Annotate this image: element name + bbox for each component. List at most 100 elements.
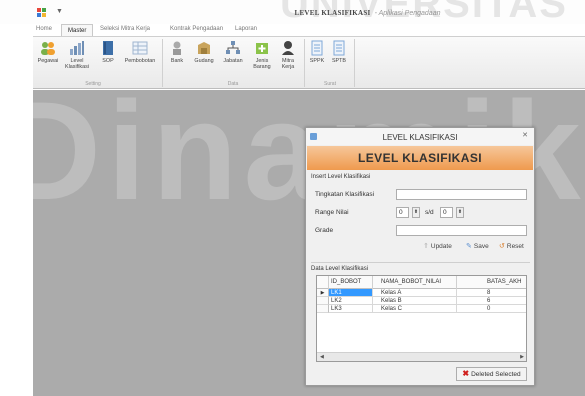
row-selector-icon[interactable]: ▶ <box>317 289 329 297</box>
insert-panel: Insert Level Klasifikasi Tingkatan Klasi… <box>311 174 530 259</box>
group-label-data: Data <box>227 81 239 87</box>
cell-batas[interactable]: 8 <box>457 289 526 297</box>
level-klasifikasi-button[interactable]: Level Klasifikasi <box>62 40 92 70</box>
gudang-button[interactable]: Gudang <box>189 40 219 64</box>
users-icon <box>40 40 56 56</box>
sop-label: SOP <box>102 58 114 64</box>
window-subtitle: - Aplikasi Pengadaan <box>374 10 441 17</box>
window-title: LEVEL KLASIFIKASI - Aplikasi Pengadaan <box>0 9 585 17</box>
tab-kontrak-pengadaan[interactable]: Kontrak Pengadaan <box>170 26 223 32</box>
insert-section-title: Insert Level Klasifikasi <box>311 174 371 180</box>
chart-icon <box>69 40 85 56</box>
box-add-icon <box>254 40 270 56</box>
group-separator <box>162 39 163 87</box>
bank-button[interactable]: Bank <box>164 40 190 64</box>
save-icon: ✎ <box>466 243 472 250</box>
pegawai-label: Pegawai <box>37 58 59 64</box>
tingkatan-label: Tingkatan Klasifikasi <box>315 191 375 198</box>
grid-header: ID_BOBOT NAMA_BOBOT_NILAI BATAS_AKH <box>317 276 526 289</box>
reset-button[interactable]: ↺ Reset <box>499 241 524 253</box>
dialog-banner: LEVEL KLASIFIKASI <box>307 146 533 170</box>
jenis-barang-button[interactable]: Jenis Barang <box>248 40 276 70</box>
cell-nama[interactable]: Kelas A <box>373 289 457 297</box>
update-icon: ⇑ <box>423 243 429 250</box>
range-from-input[interactable]: 0 <box>396 207 409 218</box>
update-label: Update <box>430 243 452 250</box>
group-separator <box>304 39 305 87</box>
table-icon <box>132 40 148 56</box>
horizontal-scrollbar[interactable]: ◀ ▶ <box>317 352 526 361</box>
row-header[interactable] <box>317 305 329 313</box>
tingkatan-input[interactable] <box>396 189 527 200</box>
grade-input[interactable] <box>396 225 527 236</box>
level-klasifikasi-label: Level Klasifikasi <box>65 58 89 70</box>
data-panel: Data Level Klasifikasi ID_BOBOT NAMA_BOB… <box>311 262 530 382</box>
mitra-kerja-button[interactable]: Mitra Kerja <box>275 40 301 70</box>
pegawai-button[interactable]: Pegawai <box>33 40 63 64</box>
sptb-label: SPTB <box>331 58 347 64</box>
dialog-title: LEVEL KLASIFIKASI <box>382 133 458 142</box>
scroll-left-icon[interactable]: ◀ <box>320 354 324 360</box>
org-icon <box>225 40 241 56</box>
sppk-label: SPPK <box>309 58 325 64</box>
save-button[interactable]: ✎ Save <box>466 241 489 253</box>
tab-home[interactable]: Home <box>36 26 52 32</box>
range-to-input[interactable]: 0 <box>440 207 453 218</box>
sop-button[interactable]: SOP <box>93 40 123 64</box>
cell-nama[interactable]: Kelas B <box>373 297 457 305</box>
cell-batas[interactable]: 6 <box>457 297 526 305</box>
jenis-barang-label: Jenis Barang <box>253 58 271 70</box>
doc-icon <box>309 40 325 56</box>
window-title-text: LEVEL KLASIFIKASI <box>294 9 371 17</box>
level-klasifikasi-dialog: LEVEL KLASIFIKASI ✕ LEVEL KLASIFIKASI In… <box>305 127 535 386</box>
mitra-kerja-label: Mitra Kerja <box>281 58 295 70</box>
doc-icon <box>331 40 347 56</box>
pembobotan-label: Pembobotan <box>124 58 156 64</box>
delete-selected-button[interactable]: ✖ Deleted Selected <box>456 367 527 381</box>
ribbon-tabs: Home Master Seleksi Mitra Kerja Kontrak … <box>33 24 585 37</box>
book-icon <box>100 40 116 56</box>
bank-label: Bank <box>170 58 184 64</box>
grade-label: Grade <box>315 227 334 234</box>
delete-x-icon: ✖ <box>462 369 470 378</box>
column-header-nama-bobot-nilai[interactable]: NAMA_BOBOT_NILAI <box>373 276 457 289</box>
pembobotan-button[interactable]: Pembobotan <box>123 40 157 64</box>
sptb-button[interactable]: SPTB <box>328 40 350 64</box>
bank-icon <box>169 40 185 56</box>
grid-corner <box>317 276 329 289</box>
tab-laporan[interactable]: Laporan <box>235 26 257 32</box>
range-nilai-label: Range Nilai <box>315 209 349 216</box>
jabatan-button[interactable]: Jabatan <box>218 40 248 64</box>
reset-icon: ↺ <box>499 243 505 250</box>
column-header-id-bobot[interactable]: ID_BOBOT <box>329 276 373 289</box>
cell-nama[interactable]: Kelas C <box>373 305 457 313</box>
person-icon <box>280 40 296 56</box>
group-separator <box>354 39 355 87</box>
delete-selected-label: Deleted Selected <box>471 371 521 378</box>
row-header[interactable] <box>317 297 329 305</box>
sppk-button[interactable]: SPPK <box>306 40 328 64</box>
group-label-setting: Setting <box>85 81 101 87</box>
jabatan-label: Jabatan <box>223 58 243 64</box>
warehouse-icon <box>196 40 212 56</box>
ribbon-toolbar: Pegawai Level Klasifikasi SOP Pembobotan… <box>33 36 585 89</box>
cell-id[interactable]: LK1 <box>329 289 373 297</box>
cell-id[interactable]: LK3 <box>329 305 373 313</box>
range-from-stepper[interactable]: ⬍ <box>412 207 420 218</box>
dialog-titlebar: LEVEL KLASIFIKASI ✕ <box>306 128 534 145</box>
data-section-title: Data Level Klasifikasi <box>311 266 369 272</box>
gudang-label: Gudang <box>194 58 214 64</box>
data-grid[interactable]: ID_BOBOT NAMA_BOBOT_NILAI BATAS_AKH ▶ LK… <box>316 275 527 362</box>
group-label-surat: Surat <box>324 81 336 87</box>
column-header-batas-akhir[interactable]: BATAS_AKH <box>457 276 526 289</box>
close-icon[interactable]: ✕ <box>522 131 528 139</box>
save-label: Save <box>473 243 489 250</box>
cell-id[interactable]: LK2 <box>329 297 373 305</box>
range-to-stepper[interactable]: ⬍ <box>456 207 464 218</box>
range-separator: s/d <box>425 209 434 216</box>
scroll-right-icon[interactable]: ▶ <box>520 354 524 360</box>
tab-seleksi-mitra-kerja[interactable]: Seleksi Mitra Kerja <box>100 26 150 32</box>
update-button[interactable]: ⇑ Update <box>423 241 452 253</box>
cell-batas[interactable]: 0 <box>457 305 526 313</box>
window-titlebar: ▼ LEVEL KLASIFIKASI - Aplikasi Pengadaan <box>0 0 585 24</box>
